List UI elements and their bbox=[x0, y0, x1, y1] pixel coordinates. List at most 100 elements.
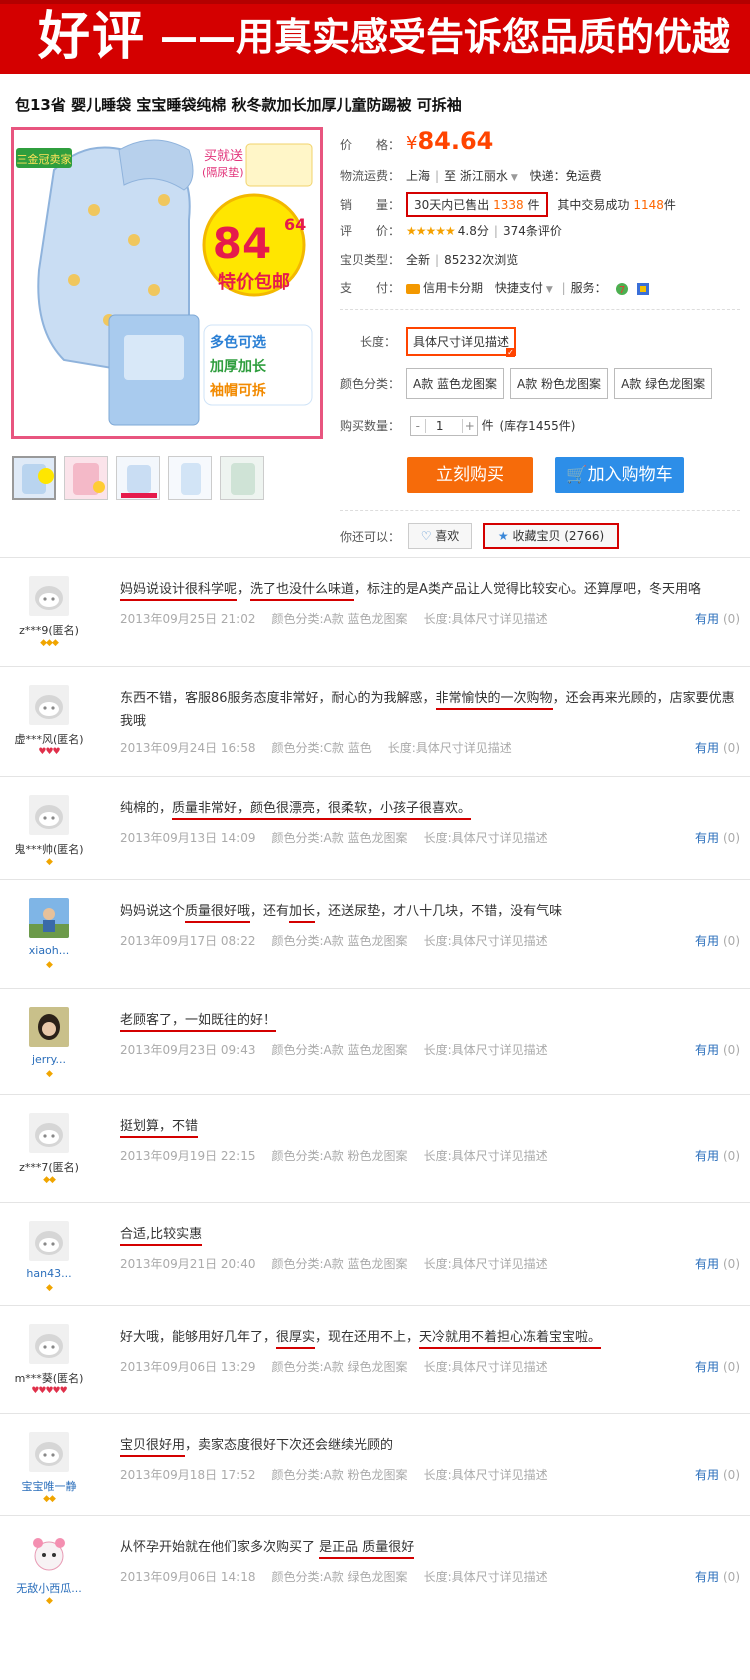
review-text: 妈妈说设计很科学呢，洗了也没什么味道，标注的是A类产品让人觉得比较安心。还算厚吧… bbox=[120, 578, 740, 601]
review-item: z***9(匿名) ◆◆◆ 妈妈说设计很科学呢，洗了也没什么味道，标注的是A类产品让… bbox=[0, 557, 750, 666]
reviewer-name[interactable]: 虚***风(匿名) bbox=[0, 731, 98, 747]
quantity-input[interactable]: 1 bbox=[424, 419, 463, 433]
seven-day-return-icon[interactable]: 7 bbox=[615, 282, 629, 296]
review-meta: 2013年09月06日 13:29 颜色分类:A款 绿色龙图案 长度:具体尺寸详见描… bbox=[120, 1358, 564, 1375]
review-date: 2013年09月24日 16:58 bbox=[120, 741, 256, 755]
useful-button[interactable]: 有用 bbox=[695, 934, 719, 948]
review-length: 长度:具体尺寸详见描述 bbox=[423, 1360, 548, 1374]
review-text-part: ，还有 bbox=[250, 904, 290, 919]
review-text-part: ，现在还用不上， bbox=[315, 1330, 420, 1345]
useful-button[interactable]: 有用 bbox=[695, 831, 719, 845]
length-option[interactable]: 具体尺寸详见描述 bbox=[406, 327, 517, 357]
favorite-button[interactable]: ★ 收藏宝贝 (2766) bbox=[483, 523, 619, 549]
payment-label: 支 付： bbox=[340, 281, 401, 295]
quantity-plus-button[interactable]: + bbox=[463, 419, 477, 433]
chevron-down-icon: ▼ bbox=[545, 285, 553, 295]
reviewer-name[interactable]: xiaoh... bbox=[0, 944, 98, 957]
add-to-cart-label: 加入购物车 bbox=[587, 465, 673, 485]
useful-button[interactable]: 有用 bbox=[695, 612, 719, 626]
reviewer-name[interactable]: 无敌小西瓜... bbox=[0, 1580, 98, 1596]
review-text-highlight: 挺划算，不错 bbox=[120, 1119, 199, 1138]
color-option-blue[interactable]: A款 蓝色龙图案 bbox=[406, 368, 505, 399]
thumbnail-2[interactable] bbox=[64, 456, 108, 500]
buy-now-button[interactable]: 立刻购买 bbox=[407, 457, 533, 493]
ship-to-select[interactable]: 浙江丽水 ▼ bbox=[460, 169, 518, 183]
useful-vote: 有用 (0) bbox=[695, 739, 740, 756]
length-label: 长度： bbox=[360, 335, 397, 349]
useful-count: (0) bbox=[723, 1149, 740, 1163]
useful-vote: 有用 (0) bbox=[695, 1147, 740, 1164]
payment-row: 支 付： 信用卡分期 快捷支付 ▼ | 服务： 7 bbox=[340, 279, 650, 296]
avatar[interactable] bbox=[29, 685, 69, 725]
avatar[interactable] bbox=[29, 1007, 69, 1047]
avatar[interactable] bbox=[29, 1221, 69, 1261]
product-main-image[interactable]: 三金冠卖家 买就送 (隔尿垫) 84 64 特价包邮 多色可选 加厚加长 袖帽可… bbox=[11, 127, 323, 439]
add-to-cart-button[interactable]: 🛒加入购物车 bbox=[555, 457, 684, 493]
avatar[interactable] bbox=[29, 1324, 69, 1364]
useful-button[interactable]: 有用 bbox=[695, 1468, 719, 1482]
review-color: 颜色分类:A款 粉色龙图案 bbox=[271, 1468, 408, 1482]
reviewer-name[interactable]: z***9(匿名) bbox=[0, 622, 98, 638]
useful-vote: 有用 (0) bbox=[695, 1568, 740, 1585]
color-option-pink[interactable]: A款 粉色龙图案 bbox=[510, 368, 609, 399]
review-color: 颜色分类:A款 绿色龙图案 bbox=[271, 1570, 408, 1584]
reviewer-name[interactable]: 宝宝唯一静 bbox=[0, 1478, 98, 1494]
review-meta: 2013年09月06日 14:18 颜色分类:A款 绿色龙图案 长度:具体尺寸详见描… bbox=[120, 1568, 564, 1585]
price-symbol: ¥ bbox=[406, 133, 418, 154]
useful-button[interactable]: 有用 bbox=[695, 741, 719, 755]
review-text-part: ，还送尿垫，才八十几块，不错，没有气味 bbox=[315, 904, 563, 919]
reviewer-name[interactable]: m***葵(匿名) bbox=[0, 1370, 98, 1386]
reviewer-name[interactable]: 鬼***帅(匿名) bbox=[0, 841, 98, 857]
review-text-highlight: 合适,比较实惠 bbox=[120, 1227, 203, 1246]
thumbnail-4[interactable] bbox=[168, 456, 212, 500]
review-color: 颜色分类:A款 蓝色龙图案 bbox=[271, 831, 408, 845]
sales-unit: 件 bbox=[527, 198, 540, 212]
thumbnail-5[interactable] bbox=[220, 456, 264, 500]
useful-button[interactable]: 有用 bbox=[695, 1570, 719, 1584]
useful-button[interactable]: 有用 bbox=[695, 1043, 719, 1057]
banner-title: 好评 bbox=[38, 7, 147, 67]
useful-button[interactable]: 有用 bbox=[695, 1149, 719, 1163]
pay-fast-select[interactable]: 快捷支付 ▼ bbox=[495, 281, 553, 295]
avatar[interactable] bbox=[29, 1113, 69, 1153]
thumbnail-3[interactable] bbox=[116, 456, 160, 500]
review-meta: 2013年09月21日 20:40 颜色分类:A款 蓝色龙图案 长度:具体尺寸详见描… bbox=[120, 1255, 564, 1272]
guarantee-icon[interactable] bbox=[636, 282, 650, 296]
avatar[interactable] bbox=[29, 576, 69, 616]
useful-button[interactable]: 有用 bbox=[695, 1360, 719, 1374]
avatar[interactable] bbox=[29, 1432, 69, 1472]
useful-vote: 有用 (0) bbox=[695, 1358, 740, 1375]
like-button[interactable]: ♡ 喜欢 bbox=[408, 523, 472, 549]
image-special: 特价包邮 bbox=[218, 271, 290, 293]
deal-prefix: 其中交易成功 bbox=[557, 198, 630, 212]
avatar[interactable] bbox=[29, 795, 69, 835]
deal-count: 1148 bbox=[633, 198, 664, 212]
thumbnail-1[interactable] bbox=[12, 456, 56, 500]
ship-to-value: 浙江丽水 bbox=[459, 169, 508, 183]
useful-button[interactable]: 有用 bbox=[695, 1257, 719, 1271]
color-option-green[interactable]: A款 绿色龙图案 bbox=[614, 368, 713, 399]
review-text-highlight: 非常愉快的一次购物 bbox=[435, 691, 553, 710]
type-row: 宝贝类型： 全新 | 85232次浏览 bbox=[340, 253, 519, 267]
sleeping-bag-illustration: 三金冠卖家 买就送 (隔尿垫) 84 64 特价包邮 多色可选 加厚加长 袖帽可… bbox=[14, 130, 320, 436]
review-color: 颜色分类:A款 蓝色龙图案 bbox=[271, 1043, 408, 1057]
review-text: 合适,比较实惠 bbox=[120, 1223, 740, 1246]
avatar[interactable] bbox=[29, 898, 69, 938]
review-text: 宝贝很好用，卖家态度很好下次还会继续光顾的 bbox=[120, 1434, 740, 1457]
useful-count: (0) bbox=[723, 934, 740, 948]
image-badge: 三金冠卖家 bbox=[17, 152, 72, 166]
pay-installment[interactable]: 信用卡分期 bbox=[423, 281, 483, 295]
reviewer-name[interactable]: han43... bbox=[0, 1267, 98, 1280]
review-color: 颜色分类:C款 蓝色 bbox=[271, 741, 372, 755]
quantity-minus-button[interactable]: - bbox=[411, 419, 425, 433]
reviewer-name[interactable]: jerry... bbox=[0, 1053, 98, 1066]
review-text: 东西不错，客服86服务态度非常好，耐心的为我解惑，非常愉快的一次购物，还会再来光… bbox=[120, 687, 740, 733]
review-length: 长度:具体尺寸详见描述 bbox=[387, 741, 512, 755]
banner-subtitle: ——用真实感受告诉您品质的优越 bbox=[160, 15, 731, 59]
review-text-part: 好大哦，能够用好几年了， bbox=[120, 1330, 277, 1345]
useful-vote: 有用 (0) bbox=[695, 610, 740, 627]
avatar[interactable] bbox=[29, 1534, 69, 1574]
reviewer-name[interactable]: z***7(匿名) bbox=[0, 1159, 98, 1175]
review-length: 长度:具体尺寸详见描述 bbox=[423, 1149, 548, 1163]
rating-count-link[interactable]: 374条评价 bbox=[503, 224, 562, 238]
